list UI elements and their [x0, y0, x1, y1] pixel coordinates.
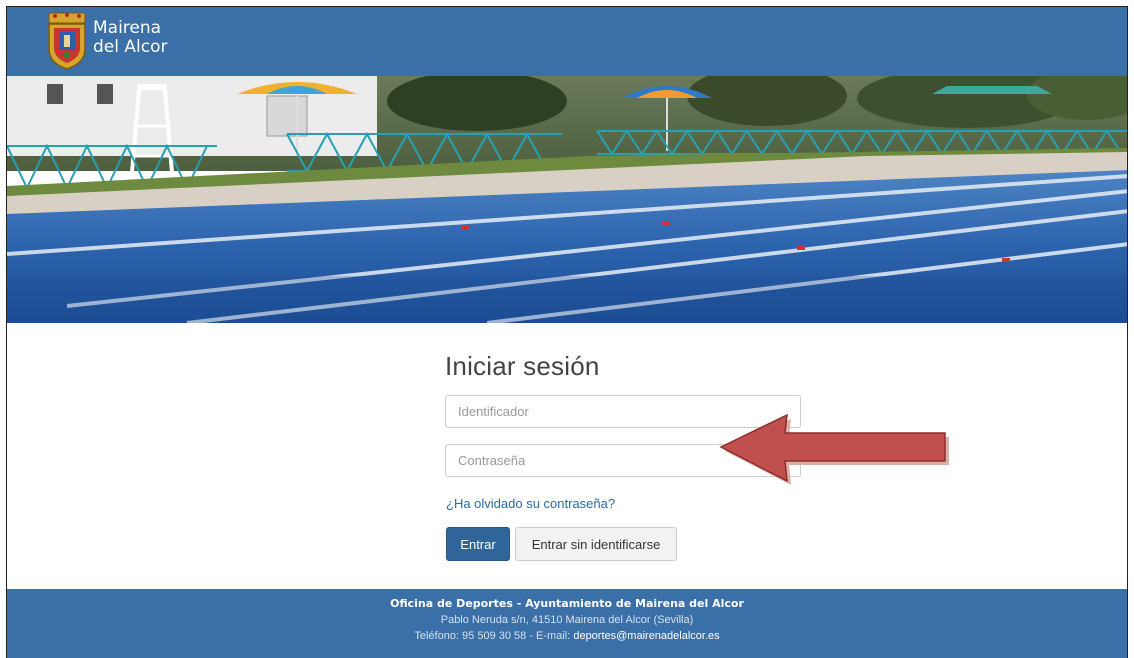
brand-line-2: del Alcor — [93, 37, 168, 57]
page-frame: Mairena del Alcor Iniciar sesión Identif… — [6, 6, 1128, 658]
footer-address: Pablo Neruda s/n, 41510 Mairena del Alco… — [440, 614, 694, 626]
brand-name[interactable]: Mairena del Alcor — [93, 19, 167, 57]
site-header: Mairena del Alcor — [7, 7, 1127, 76]
municipal-shield-icon[interactable] — [45, 11, 89, 71]
pool-banner-image — [7, 76, 1127, 323]
brand-line-1: Mairena — [93, 18, 162, 38]
footer-email-link[interactable]: deportes@mairenadelalcor.es — [573, 630, 719, 642]
forgot-password-link[interactable]: ¿Ha olvidado su contraseña? — [446, 496, 615, 511]
login-form: Iniciar sesión ¿Ha olvidado su contraseñ… — [445, 351, 805, 561]
footer-office: Oficina de Deportes - Ayuntamiento de Ma… — [390, 597, 744, 610]
site-footer: Oficina de Deportes - Ayuntamiento de Ma… — [7, 589, 1127, 658]
login-title: Iniciar sesión — [445, 351, 600, 381]
login-button[interactable]: Entrar — [446, 527, 510, 561]
left-arrow-icon — [719, 413, 949, 485]
footer-phone: Teléfono: 95 509 30 58 - E-mail: — [414, 630, 574, 642]
footer-contact: Teléfono: 95 509 30 58 - E-mail: deporte… — [7, 630, 1127, 642]
guest-login-button[interactable]: Entrar sin identificarse — [515, 527, 677, 561]
